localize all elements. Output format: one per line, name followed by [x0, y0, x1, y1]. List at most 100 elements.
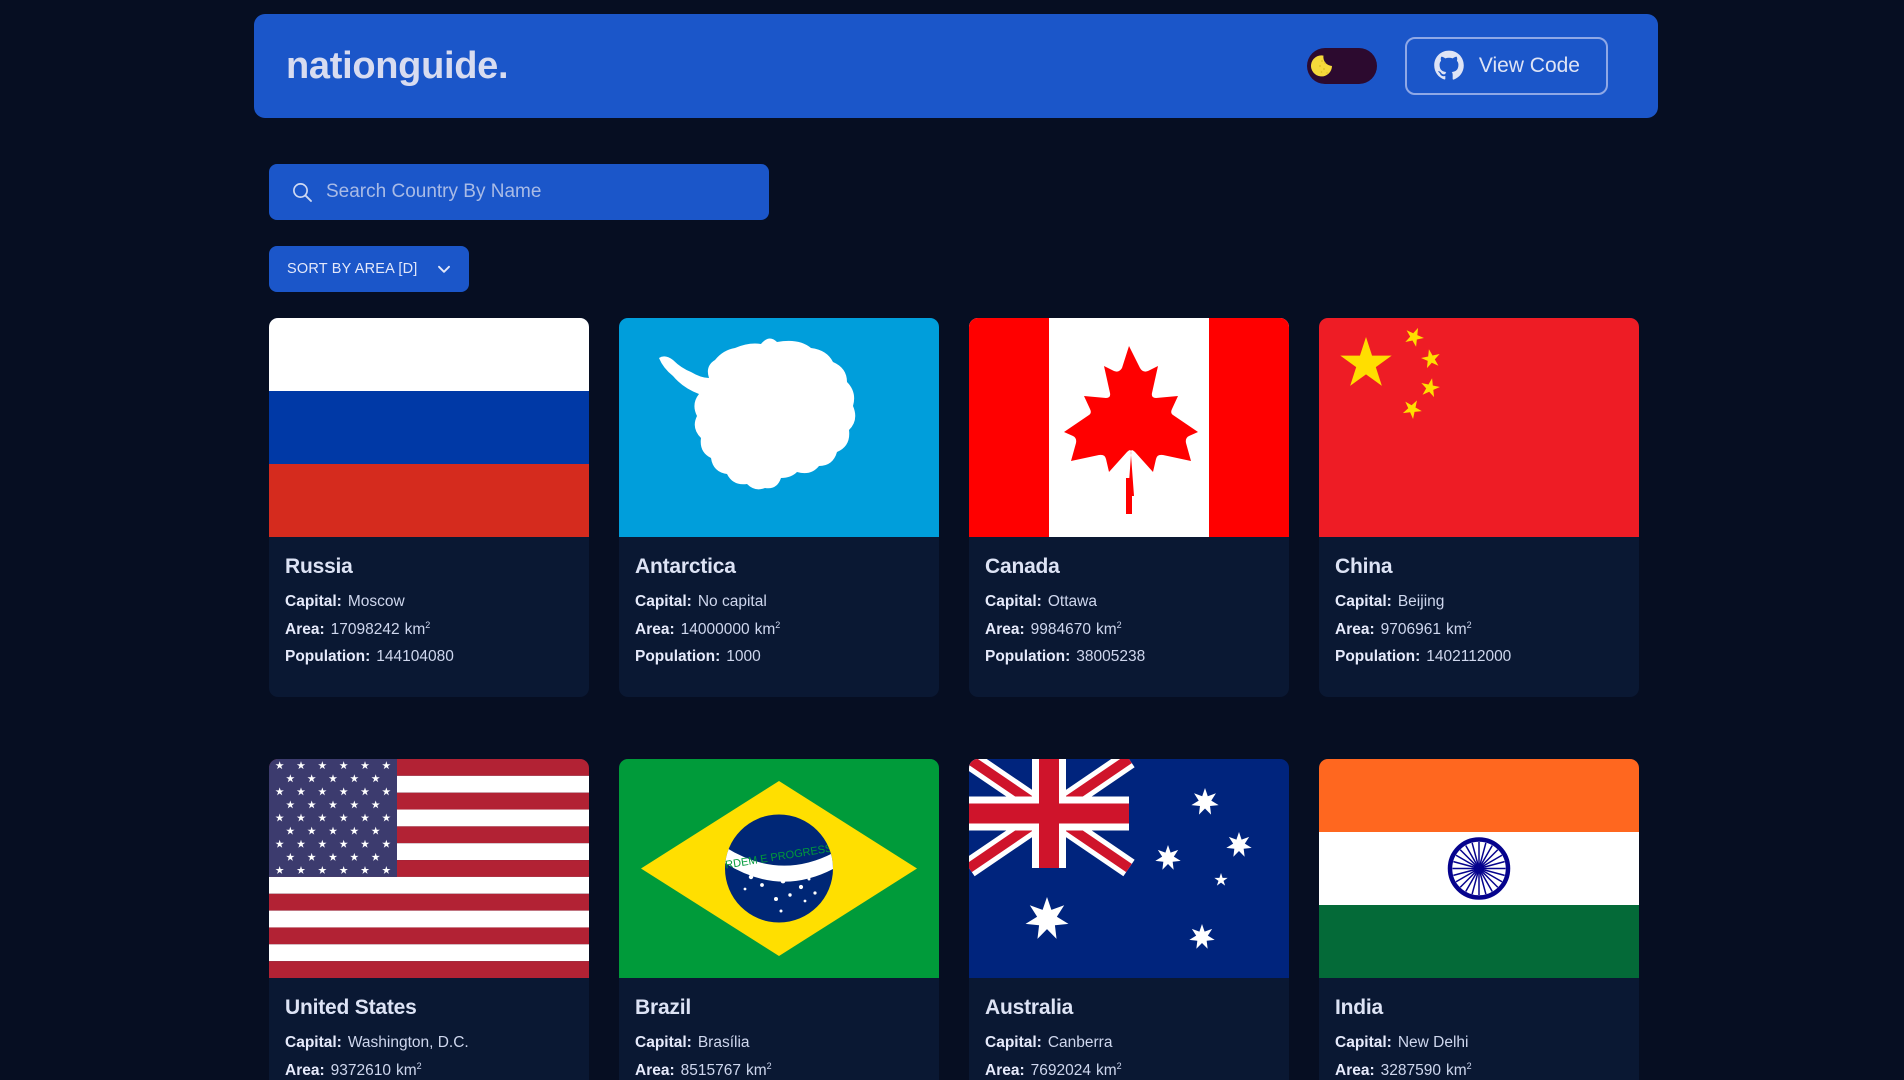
country-population-value: 144104080 — [376, 648, 454, 666]
country-card[interactable]: ORDEM E PROGRESSO Brazil Capital: Brasília… — [619, 759, 939, 1080]
country-capital-label: Capital: — [285, 593, 342, 610]
country-capital-label: Capital: — [285, 1034, 342, 1052]
country-capital-label: Capital: — [985, 1034, 1042, 1052]
country-area-value: 17098242 — [330, 621, 400, 639]
country-area: Area: 3287590 km2 — [1335, 1061, 1623, 1080]
country-area-unit: km2 — [404, 620, 431, 639]
country-card-body: Brazil Capital: Brasília Area: 8515767 km2 — [619, 978, 939, 1080]
country-capital-value: Brasília — [697, 1034, 750, 1052]
country-area-label: Area: — [285, 621, 325, 639]
country-name: Russia — [285, 555, 353, 578]
country-card[interactable]: China Capital: Beijing Area: 9706961 km2 Popul… — [1319, 318, 1639, 698]
country-flag-brazil: ORDEM E PROGRESSO — [619, 759, 939, 979]
country-name: Brazil — [635, 996, 691, 1020]
country-capital-label: Capital: — [985, 593, 1042, 610]
view-code-button[interactable]: View Code — [1404, 37, 1608, 95]
country-flag-usa — [269, 759, 589, 979]
country-name: Canada — [985, 555, 1060, 578]
country-flag-china — [1319, 318, 1639, 537]
country-area-unit: km2 — [1095, 1061, 1122, 1080]
country-population: Population: 1000 — [635, 648, 923, 666]
country-area: Area: 8515767 km2 — [635, 1061, 923, 1080]
country-card-body: Australia Capital: Canberra Area: 7692024 km2 — [969, 978, 1289, 1080]
country-population-value: 38005238 — [1076, 648, 1146, 666]
country-capital-value: New Delhi — [1397, 1034, 1469, 1052]
country-population-value: 1402112000 — [1426, 648, 1512, 666]
country-capital-value: Beijing — [1397, 593, 1445, 610]
country-flag-antarctica — [619, 318, 939, 537]
country-card[interactable]: Antarctica Capital: No capital Area: 1400000… — [619, 318, 939, 698]
country-area-value: 7692024 — [1030, 1062, 1091, 1080]
country-capital: Capital: Canberra — [985, 1034, 1273, 1052]
app-header: nationguide. View Code — [254, 14, 1658, 118]
country-flag-canada — [969, 318, 1289, 537]
search-box[interactable] — [269, 164, 769, 220]
country-flag-russia — [269, 318, 589, 537]
country-area-unit: km2 — [395, 1061, 422, 1080]
country-area: Area: 7692024 km2 — [985, 1061, 1273, 1080]
country-area: Area: 9706961 km2 — [1335, 620, 1623, 639]
sort-dropdown-label: SORT BY AREA [D] — [287, 261, 418, 277]
country-card-body: United States Capital: Washington, D.C. Are… — [269, 978, 589, 1080]
page-title: nationguide. — [286, 44, 509, 87]
country-area-label: Area: — [635, 1062, 675, 1080]
country-area-label: Area: — [985, 1062, 1025, 1080]
header-actions: View Code — [1306, 37, 1608, 95]
view-code-label: View Code — [1478, 54, 1580, 77]
country-card[interactable]: India Capital: New Delhi Area: 3287590 km2 — [1319, 759, 1639, 1080]
country-capital: Capital: Washington, D.C. — [285, 1034, 573, 1052]
country-area-label: Area: — [285, 1062, 325, 1080]
country-area-label: Area: — [985, 621, 1025, 639]
country-area-value: 9372610 — [330, 1062, 391, 1080]
country-area-label: Area: — [1335, 1062, 1375, 1080]
country-capital: Capital: Beijing — [1335, 593, 1623, 611]
country-name: China — [1335, 555, 1393, 578]
country-area-unit: km2 — [1095, 620, 1122, 639]
country-area-value: 9984670 — [1030, 621, 1091, 639]
country-population: Population: 1402112000 — [1335, 648, 1623, 666]
theme-toggle[interactable] — [1306, 48, 1377, 84]
country-capital: Capital: No capital — [635, 593, 923, 611]
country-population: Population: 144104080 — [285, 648, 573, 666]
country-area-label: Area: — [635, 621, 675, 639]
search-input[interactable] — [326, 164, 769, 220]
country-area-value: 3287590 — [1380, 1062, 1441, 1080]
github-icon — [1433, 50, 1465, 82]
country-area-label: Area: — [1335, 621, 1375, 639]
country-capital-label: Capital: — [1335, 593, 1392, 610]
country-card[interactable]: United States Capital: Washington, D.C. Are… — [269, 759, 589, 1080]
country-capital: Capital: Ottawa — [985, 593, 1273, 611]
country-population-label: Population: — [635, 648, 721, 666]
country-card[interactable]: Canada Capital: Ottawa Area: 9984670 km2 Popul… — [969, 318, 1289, 698]
country-capital-value: Moscow — [347, 593, 405, 610]
country-capital-label: Capital: — [635, 593, 692, 610]
country-capital-value: Canberra — [1047, 1034, 1113, 1052]
country-population-label: Population: — [985, 648, 1071, 666]
country-flag-australia — [969, 759, 1289, 979]
country-card-body: Russia Capital: Moscow Area: 17098242 km2 Popu… — [269, 537, 589, 697]
app-root: nationguide. View Code Search Country By… — [0, 0, 1904, 1080]
country-area-unit: km2 — [745, 1061, 772, 1080]
country-area-unit: km2 — [1445, 1061, 1472, 1080]
country-card[interactable]: Australia Capital: Canberra Area: 7692024 km2 — [969, 759, 1289, 1080]
country-capital-value: No capital — [697, 593, 767, 610]
country-population-value: 1000 — [726, 648, 761, 666]
sort-dropdown[interactable]: SORT BY AREA [D] — [269, 246, 469, 292]
country-name: United States — [285, 996, 417, 1020]
country-capital: Capital: Brasília — [635, 1034, 923, 1052]
country-area: Area: 17098242 km2 — [285, 620, 573, 639]
moon-icon — [1310, 51, 1341, 81]
country-name: Antarctica — [635, 555, 736, 578]
country-name: India — [1335, 996, 1384, 1020]
country-area-value: 14000000 — [680, 621, 750, 639]
country-card-body: Antarctica Capital: No capital Area: 1400000… — [619, 537, 939, 697]
country-population-label: Population: — [1335, 648, 1421, 666]
country-card[interactable]: Russia Capital: Moscow Area: 17098242 km2 Popu… — [269, 318, 589, 698]
country-capital-label: Capital: — [635, 1034, 692, 1052]
country-area: Area: 9984670 km2 — [985, 620, 1273, 639]
country-population-label: Population: — [285, 648, 371, 666]
country-card-body: China Capital: Beijing Area: 9706961 km2 Popul… — [1319, 537, 1639, 697]
country-area-unit: km2 — [754, 620, 781, 639]
country-grid: Russia Capital: Moscow Area: 17098242 km2 Popu… — [269, 318, 1659, 1080]
country-area-value: 8515767 — [680, 1062, 741, 1080]
